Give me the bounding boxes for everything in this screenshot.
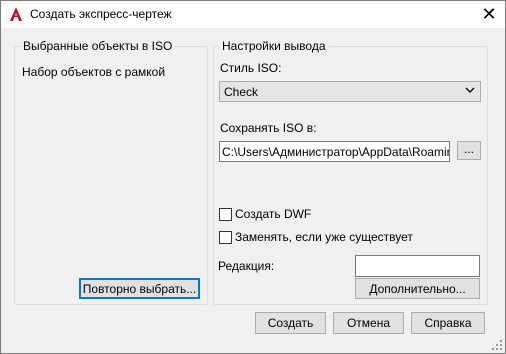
create-dwf-label[interactable]: Создать DWF xyxy=(235,207,311,221)
dialog-window: Создать экспресс-чертеж ✕ Выбранные объе… xyxy=(0,0,506,354)
browse-button-label: ... xyxy=(463,141,474,156)
iso-style-value: Check xyxy=(224,85,259,99)
help-button-label: Справка xyxy=(424,316,472,330)
chevron-down-icon xyxy=(465,87,475,93)
advanced-button-label: Дополнительно... xyxy=(369,281,466,296)
output-settings-group-title: Настройки вывода xyxy=(219,39,329,53)
replace-existing-checkbox[interactable] xyxy=(219,231,232,244)
advanced-button[interactable]: Дополнительно... xyxy=(355,278,480,299)
cancel-button[interactable]: Отмена xyxy=(333,312,404,334)
revision-label: Редакция: xyxy=(218,259,275,273)
iso-style-dropdown[interactable]: Check xyxy=(219,81,481,102)
selection-info-text: Набор объектов с рамкой xyxy=(22,65,166,79)
iso-style-label: Стиль ISO: xyxy=(220,61,282,75)
save-iso-label: Сохранять ISO в: xyxy=(220,121,317,135)
create-dwf-checkbox[interactable] xyxy=(219,208,232,221)
save-path-field[interactable]: C:\Users\Администратор\AppData\Roaming xyxy=(219,141,450,162)
reselect-button[interactable]: Повторно выбрать... xyxy=(79,278,200,299)
create-button[interactable]: Создать xyxy=(255,312,326,334)
replace-existing-label[interactable]: Заменять, если уже существует xyxy=(235,230,413,244)
selected-objects-group: Выбранные объекты в ISO Набор объектов с… xyxy=(14,39,208,305)
output-settings-group: Настройки вывода Стиль ISO: Check Сохран… xyxy=(213,39,488,305)
revision-field[interactable] xyxy=(355,255,480,277)
help-button[interactable]: Справка xyxy=(411,312,485,334)
cancel-button-label: Отмена xyxy=(346,316,391,330)
browse-button[interactable]: ... xyxy=(457,141,481,160)
autocad-icon xyxy=(10,7,22,21)
resize-grip-icon[interactable] xyxy=(491,339,503,351)
close-icon: ✕ xyxy=(481,4,497,24)
reselect-button-label: Повторно выбрать... xyxy=(82,281,197,296)
close-button[interactable]: ✕ xyxy=(473,1,505,28)
title-bar[interactable]: Создать экспресс-чертеж ✕ xyxy=(1,1,505,28)
selected-objects-group-title: Выбранные объекты в ISO xyxy=(20,39,176,53)
window-title: Создать экспресс-чертеж xyxy=(30,7,172,21)
create-button-label: Создать xyxy=(267,316,314,330)
